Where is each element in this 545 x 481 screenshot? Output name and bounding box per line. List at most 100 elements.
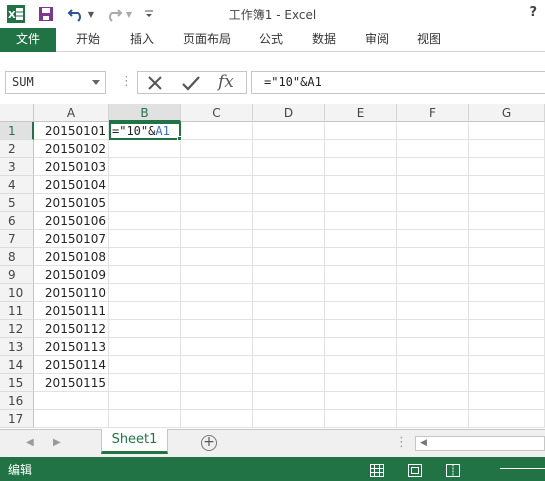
cell-b11[interactable]: [109, 302, 181, 320]
row-header-17[interactable]: 17: [0, 410, 34, 428]
cell-e3[interactable]: [325, 158, 397, 176]
horizontal-scrollbar[interactable]: ◀: [415, 436, 545, 451]
cell-a12[interactable]: 20150112: [34, 320, 109, 338]
cell-a9[interactable]: 20150109: [34, 266, 109, 284]
cell-g2[interactable]: [469, 140, 545, 158]
cell-d4[interactable]: [253, 176, 325, 194]
worksheet-grid[interactable]: A B C D E F G 1 20150101 ="10"&A1 2 20150102 3 201501…: [0, 104, 545, 429]
cell-b17[interactable]: [109, 410, 181, 428]
cell-g11[interactable]: [469, 302, 545, 320]
cell-e14[interactable]: [325, 356, 397, 374]
next-sheet-icon[interactable]: ▶: [53, 437, 61, 448]
cell-b13[interactable]: [109, 338, 181, 356]
cell-c13[interactable]: [181, 338, 253, 356]
cell-d10[interactable]: [253, 284, 325, 302]
cell-e16[interactable]: [325, 392, 397, 410]
cell-d13[interactable]: [253, 338, 325, 356]
tab-file[interactable]: 文件: [0, 28, 56, 52]
cell-a8[interactable]: 20150108: [34, 248, 109, 266]
cell-a2[interactable]: 20150102: [34, 140, 109, 158]
help-button[interactable]: ?: [529, 5, 537, 20]
row-header-2[interactable]: 2: [0, 140, 34, 158]
tab-home[interactable]: 开始: [66, 28, 110, 52]
cell-g15[interactable]: [469, 374, 545, 392]
cell-d9[interactable]: [253, 266, 325, 284]
cell-a6[interactable]: 20150106: [34, 212, 109, 230]
name-box[interactable]: SUM: [5, 71, 106, 94]
cell-g17[interactable]: [469, 410, 545, 428]
page-layout-view-icon[interactable]: [408, 462, 422, 477]
cell-c5[interactable]: [181, 194, 253, 212]
row-header-15[interactable]: 15: [0, 374, 34, 392]
row-header-12[interactable]: 12: [0, 320, 34, 338]
column-header-e[interactable]: E: [325, 104, 397, 122]
column-header-g[interactable]: G: [469, 104, 545, 122]
row-header-14[interactable]: 14: [0, 356, 34, 374]
cell-e4[interactable]: [325, 176, 397, 194]
row-header-9[interactable]: 9: [0, 266, 34, 284]
cell-c6[interactable]: [181, 212, 253, 230]
active-cell-b1[interactable]: ="10"&A1: [109, 122, 181, 140]
cell-f16[interactable]: [397, 392, 469, 410]
cell-a1[interactable]: 20150101: [34, 122, 109, 140]
cell-b5[interactable]: [109, 194, 181, 212]
cell-d11[interactable]: [253, 302, 325, 320]
cell-g3[interactable]: [469, 158, 545, 176]
cell-g5[interactable]: [469, 194, 545, 212]
cell-f2[interactable]: [397, 140, 469, 158]
row-header-11[interactable]: 11: [0, 302, 34, 320]
cell-b3[interactable]: [109, 158, 181, 176]
cell-d3[interactable]: [253, 158, 325, 176]
row-header-5[interactable]: 5: [0, 194, 34, 212]
cell-f15[interactable]: [397, 374, 469, 392]
cell-f8[interactable]: [397, 248, 469, 266]
cell-e6[interactable]: [325, 212, 397, 230]
cell-b6[interactable]: [109, 212, 181, 230]
column-header-f[interactable]: F: [397, 104, 469, 122]
name-box-dropdown-icon[interactable]: [92, 80, 100, 85]
cell-g8[interactable]: [469, 248, 545, 266]
cell-f5[interactable]: [397, 194, 469, 212]
cell-e5[interactable]: [325, 194, 397, 212]
cell-f3[interactable]: [397, 158, 469, 176]
cell-a10[interactable]: 20150110: [34, 284, 109, 302]
cell-b16[interactable]: [109, 392, 181, 410]
cell-b7[interactable]: [109, 230, 181, 248]
column-header-b[interactable]: B: [109, 104, 181, 122]
select-all-corner[interactable]: [0, 104, 34, 122]
cell-e12[interactable]: [325, 320, 397, 338]
cell-e2[interactable]: [325, 140, 397, 158]
row-header-16[interactable]: 16: [0, 392, 34, 410]
cell-e7[interactable]: [325, 230, 397, 248]
column-header-d[interactable]: D: [253, 104, 325, 122]
cell-a17[interactable]: [34, 410, 109, 428]
row-header-8[interactable]: 8: [0, 248, 34, 266]
cell-a15[interactable]: 20150115: [34, 374, 109, 392]
cell-e13[interactable]: [325, 338, 397, 356]
insert-function-icon[interactable]: fx: [218, 72, 234, 92]
cell-c16[interactable]: [181, 392, 253, 410]
cell-f17[interactable]: [397, 410, 469, 428]
normal-view-icon[interactable]: [370, 462, 384, 477]
row-header-3[interactable]: 3: [0, 158, 34, 176]
cell-f12[interactable]: [397, 320, 469, 338]
row-header-13[interactable]: 13: [0, 338, 34, 356]
cell-a4[interactable]: 20150104: [34, 176, 109, 194]
cell-g13[interactable]: [469, 338, 545, 356]
formula-input[interactable]: ="10"&A1: [251, 71, 545, 94]
cancel-icon[interactable]: [146, 74, 164, 96]
cell-b8[interactable]: [109, 248, 181, 266]
row-header-10[interactable]: 10: [0, 284, 34, 302]
column-header-c[interactable]: C: [181, 104, 253, 122]
tab-review[interactable]: 审阅: [356, 28, 398, 52]
cell-f9[interactable]: [397, 266, 469, 284]
cell-c15[interactable]: [181, 374, 253, 392]
cell-d12[interactable]: [253, 320, 325, 338]
tab-splitter[interactable]: ⋮: [395, 435, 408, 450]
add-sheet-icon[interactable]: +: [201, 435, 217, 451]
cell-g12[interactable]: [469, 320, 545, 338]
cell-d2[interactable]: [253, 140, 325, 158]
zoom-slider[interactable]: [500, 468, 545, 469]
cell-d7[interactable]: [253, 230, 325, 248]
cell-b14[interactable]: [109, 356, 181, 374]
